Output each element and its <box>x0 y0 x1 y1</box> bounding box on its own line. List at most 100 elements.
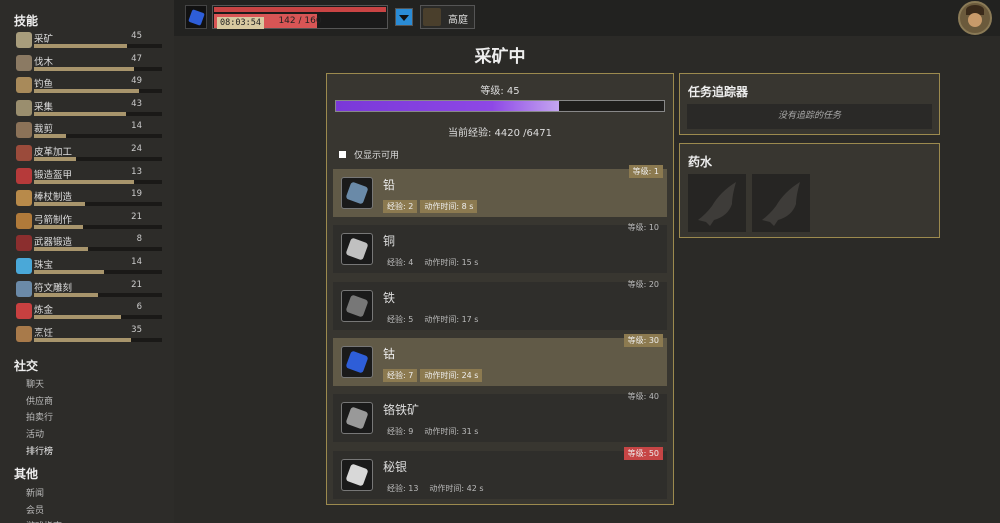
resource-name: 铬铁矿 <box>383 403 420 418</box>
xp-tag: 经验: 5 <box>387 314 414 324</box>
sidebar-link[interactable]: 活动 <box>26 427 44 440</box>
resource-row[interactable]: 钴经验: 7 动作时间: 24 s 等级: 30 <box>333 333 667 386</box>
action-time-tag: 动作时间: 42 s <box>429 483 484 493</box>
skill-level: 35 <box>131 324 142 335</box>
guild-name: 高庭 <box>448 15 468 26</box>
sidebar-skill-item[interactable]: 采集 43 <box>16 99 162 121</box>
skills-heading: 技能 <box>14 14 39 28</box>
xp-tag: 经验: 2 <box>383 200 418 213</box>
skill-progress-bar <box>34 89 162 94</box>
skill-name: 裁剪 <box>34 124 54 136</box>
skill-name: 弓箭制作 <box>34 214 73 226</box>
action-time-tag: 动作时间: 31 s <box>424 427 479 437</box>
sidebar-skill-item[interactable]: 伐木 47 <box>16 54 162 76</box>
sidebar: 技能 采矿 45 伐木 47 钓鱼 49 采集 43 裁剪 14 皮革加工 24 锻造盔甲 13 棒杖制造 1… <box>0 0 174 523</box>
skill-name: 锻造盔甲 <box>34 169 73 181</box>
guild-crest-icon <box>423 8 441 26</box>
action-time-tag: 动作时间: 24 s <box>420 368 483 382</box>
skill-progress-fill <box>34 66 134 71</box>
potion-slot[interactable] <box>752 174 810 232</box>
skill-progress-bar <box>34 179 162 184</box>
skill-progress-fill <box>34 270 105 274</box>
sidebar-skill-item[interactable]: 钓鱼 49 <box>16 76 162 98</box>
chevron-down-icon <box>399 15 409 21</box>
level-requirement-badge: 等级: 50 <box>623 446 663 460</box>
sidebar-link[interactable]: 供应商 <box>26 394 53 407</box>
skill-progress-bar <box>34 134 162 139</box>
sidebar-skill-item[interactable]: 采矿 45 <box>16 31 162 53</box>
sidebar-skill-item[interactable]: 棒杖制造 19 <box>16 189 162 211</box>
potion-slot[interactable] <box>688 174 746 232</box>
staff-icon <box>16 190 32 207</box>
skill-progress-bar <box>34 111 162 116</box>
resource-name: 铁 <box>383 290 396 305</box>
skill-progress-fill <box>34 157 77 161</box>
quest-tracker-empty: 没有追踪的任务 <box>687 104 932 129</box>
resource-tags: 经验: 7 动作时间: 24 s <box>383 363 485 382</box>
skill-progress-bar <box>34 337 162 342</box>
fish-potion-icon <box>698 182 736 226</box>
xp-bar <box>335 100 665 112</box>
sidebar-link[interactable]: 排行榜 <box>26 444 53 457</box>
only-available-checkbox[interactable] <box>339 151 346 158</box>
skill-level: 8 <box>136 234 142 245</box>
skill-level: 14 <box>131 121 142 132</box>
fishing-rod-icon <box>16 77 32 94</box>
sidebar-skill-item[interactable]: 符文雕刻 21 <box>16 280 162 302</box>
health-bar-top <box>214 7 386 12</box>
action-time-tag: 动作时间: 17 s <box>424 314 479 324</box>
sidebar-skill-item[interactable]: 弓箭制作 21 <box>16 212 162 234</box>
skill-progress-bar <box>34 66 162 71</box>
sidebar-skill-item[interactable]: 皮革加工 24 <box>16 144 162 166</box>
ore-icon <box>341 345 373 378</box>
skill-level: 6 <box>136 302 142 313</box>
pickaxe-icon <box>16 32 32 48</box>
skill-progress-fill <box>34 247 88 252</box>
skill-progress-bar <box>34 157 162 161</box>
sickle-icon <box>16 99 32 116</box>
sidebar-link[interactable]: 会员 <box>26 503 44 516</box>
sidebar-link[interactable]: 拍卖行 <box>26 410 53 423</box>
sidebar-link[interactable]: 新闻 <box>26 486 44 499</box>
sidebar-skill-item[interactable]: 珠宝 14 <box>16 257 162 279</box>
skill-progress-fill <box>34 89 139 94</box>
skill-progress-fill <box>34 44 128 48</box>
avatar[interactable] <box>958 1 992 35</box>
resource-tags: 经验: 9 动作时间: 31 s <box>383 419 485 438</box>
resource-row[interactable]: 铁经验: 5 动作时间: 17 s 等级: 20 <box>333 280 667 330</box>
potion-flask-icon <box>16 303 32 320</box>
skill-progress-fill <box>34 224 83 229</box>
xp-bar-fill <box>336 101 560 111</box>
skill-level: 14 <box>131 257 142 267</box>
resource-name: 铅 <box>383 178 396 192</box>
skill-name: 采集 <box>34 101 54 113</box>
ore-icon <box>341 402 373 435</box>
skill-progress-bar <box>34 202 162 207</box>
ore-icon <box>341 233 373 266</box>
sidebar-skill-item[interactable]: 炼金 6 <box>16 302 162 324</box>
guild-button[interactable]: 高庭 <box>420 5 475 29</box>
diamond-icon <box>16 258 32 274</box>
swords-icon <box>16 235 32 252</box>
page-title: 采矿中 <box>474 47 526 67</box>
resource-name: 秘银 <box>383 459 408 474</box>
sidebar-skill-item[interactable]: 锻造盔甲 13 <box>16 166 162 189</box>
sidebar-link[interactable]: 游戏指南 <box>26 519 62 523</box>
skill-progress-bar <box>34 292 162 297</box>
sidebar-skill-item[interactable]: 裁剪 14 <box>16 121 162 143</box>
resource-row[interactable]: 铜经验: 4 动作时间: 15 s 等级: 10 <box>333 223 667 274</box>
level-requirement-badge: 等级: 20 <box>627 279 659 289</box>
resource-tags: 经验: 13 动作时间: 42 s <box>383 476 491 495</box>
bow-icon <box>16 212 32 229</box>
resource-row[interactable]: 铬铁矿 经验: 9 动作时间: 31 s 等级: 40 <box>333 392 667 443</box>
resource-row[interactable]: 秘银经验: 13 动作时间: 42 s 等级: 50 <box>333 446 667 499</box>
sidebar-skill-item[interactable]: 烹饪 35 <box>16 324 162 347</box>
sidebar-link[interactable]: 聊天 <box>26 377 44 390</box>
resource-row[interactable]: 铅经验: 2 动作时间: 8 s 等级: 1 <box>333 165 667 217</box>
active-skill-icon[interactable] <box>185 5 207 29</box>
dropdown-button[interactable] <box>395 8 413 26</box>
skill-level: 13 <box>131 166 142 177</box>
skill-name: 烹饪 <box>34 327 54 339</box>
skill-level: 49 <box>131 76 142 87</box>
sidebar-skill-item[interactable]: 武器锻造 8 <box>16 234 162 256</box>
